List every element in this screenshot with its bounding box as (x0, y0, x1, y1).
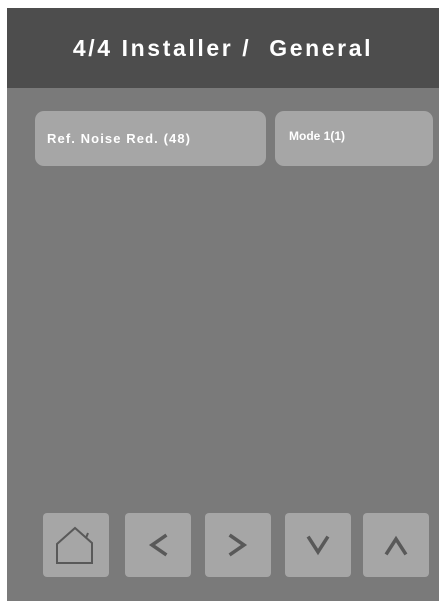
parameter-name-button[interactable]: Ref. Noise Red. (48) (35, 111, 266, 166)
chevron-right-icon (228, 533, 248, 557)
previous-button[interactable] (125, 513, 191, 577)
scroll-down-button[interactable] (285, 513, 351, 577)
home-icon (56, 526, 93, 564)
parameter-value-button[interactable]: Mode 1(1) (275, 111, 433, 166)
chevron-up-icon (384, 535, 408, 556)
next-button[interactable] (205, 513, 271, 577)
home-button[interactable] (43, 513, 109, 577)
scroll-up-button[interactable] (363, 513, 429, 577)
header-bar: 4/4 Installer / General (7, 8, 439, 88)
chevron-down-icon (306, 535, 330, 556)
screen-frame: 4/4 Installer / General Ref. Noise Red. … (7, 8, 439, 601)
chevron-left-icon (148, 533, 168, 557)
page-title: 4/4 Installer / General (72, 34, 374, 61)
